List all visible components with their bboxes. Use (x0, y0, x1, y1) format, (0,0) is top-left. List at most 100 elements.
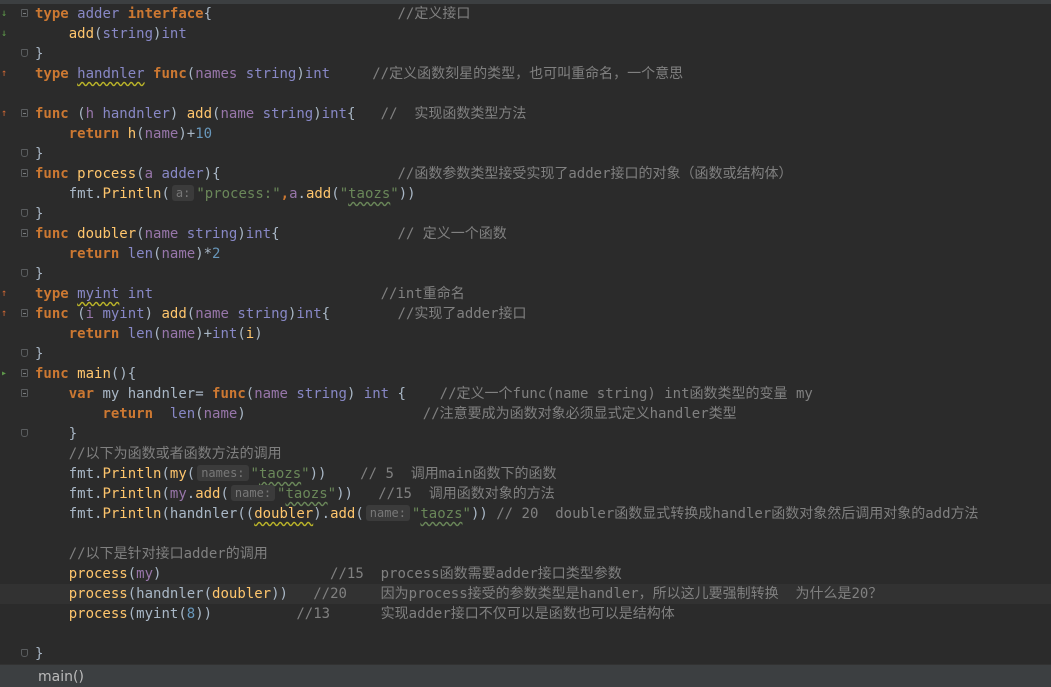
code-token: ( (178, 606, 187, 622)
fold-icon[interactable] (21, 109, 28, 117)
code-line[interactable]: } (0, 644, 1051, 664)
run-icon[interactable]: ▸ (1, 367, 9, 381)
fold-end-icon[interactable] (21, 49, 28, 57)
code-text: //以下为函数或者函数方法的调用 (35, 444, 282, 464)
gutter (0, 44, 34, 64)
code-line[interactable]: func doubler(name string)int{ // 定义一个函数 (0, 224, 1051, 244)
code-line[interactable]: return h(name)+10 (0, 124, 1051, 144)
code-line[interactable]: } (0, 204, 1051, 224)
code-token: )) (470, 506, 488, 522)
code-token: myint (102, 306, 145, 322)
code-token: process (68, 606, 128, 622)
code-token: ( (245, 386, 255, 402)
code-line[interactable] (0, 524, 1051, 544)
code-token: main (77, 366, 111, 382)
implements-icon[interactable]: ↑ (1, 107, 9, 121)
code-token: string (237, 306, 288, 322)
code-token: taozs (258, 466, 302, 482)
fold-end-icon[interactable] (21, 149, 28, 157)
code-editor[interactable]: ↓ type adder interface{ //定义接口 ↓ add(strin… (0, 0, 1051, 664)
code-token: //以下为函数或者函数方法的调用 (35, 446, 282, 462)
code-line[interactable]: fmt.Println(handnler((doubler).add(name:… (0, 504, 1051, 524)
code-line[interactable]: ↑ func (h handnler) add(name string)int{ … (0, 104, 1051, 124)
code-line[interactable]: process(my) //15 process函数需要adder接口类型参数 (0, 564, 1051, 584)
fold-end-icon[interactable] (21, 429, 28, 437)
fold-end-icon[interactable] (21, 209, 28, 217)
fold-icon[interactable] (21, 389, 28, 397)
implements-icon[interactable]: ↑ (1, 307, 9, 321)
fold-icon[interactable] (21, 9, 28, 17)
fold-icon[interactable] (21, 369, 28, 377)
code-token: taozs (348, 186, 391, 202)
code-token: func (212, 386, 246, 402)
code-line[interactable]: ↓ add(string)int (0, 24, 1051, 44)
code-token: a (289, 186, 298, 202)
code-line[interactable]: } (0, 344, 1051, 364)
fold-end-icon[interactable] (21, 649, 28, 657)
fold-icon[interactable] (21, 309, 28, 317)
gutter (0, 264, 34, 284)
gutter (0, 124, 34, 144)
code-token: my (169, 466, 187, 482)
code-text: process(my) //15 process函数需要adder接口类型参数 (35, 564, 622, 584)
code-token: a (144, 166, 154, 182)
implements-icon[interactable]: ↑ (1, 67, 9, 81)
breadcrumb-function[interactable]: main() (38, 668, 84, 686)
code-token: ( (127, 566, 137, 582)
implements-icon[interactable]: ↑ (1, 287, 9, 301)
code-token: fmt. (35, 486, 103, 502)
code-line[interactable]: } (0, 264, 1051, 284)
code-line[interactable]: func process(a adder){ //函数参数类型接受实现了adde… (0, 164, 1051, 184)
implemented-icon[interactable]: ↓ (1, 7, 9, 21)
code-token: } (35, 646, 44, 662)
code-line[interactable] (0, 84, 1051, 104)
code-line[interactable]: } (0, 144, 1051, 164)
code-line[interactable]: ↑ type handnler func(names string)int //定… (0, 64, 1051, 84)
code-token: = (195, 386, 213, 402)
code-line[interactable]: ↓ type adder interface{ //定义接口 (0, 4, 1051, 24)
code-text: } (35, 204, 43, 224)
code-line[interactable]: return len(name)+int(i) (0, 324, 1051, 344)
code-line[interactable]: } (0, 44, 1051, 64)
code-token: " (301, 466, 310, 482)
code-line[interactable]: fmt.Println(my.add(name: "taozs")) //15 调… (0, 484, 1051, 504)
code-line[interactable]: fmt.Println(a: "process:",a.add("taozs")) (0, 184, 1051, 204)
code-token: i (85, 306, 95, 322)
parameter-hint: a: (171, 185, 195, 201)
code-line[interactable]: //以下是针对接口adder的调用 (0, 544, 1051, 564)
code-line[interactable]: //以下为函数或者函数方法的调用 (0, 444, 1051, 464)
fold-icon[interactable] (21, 229, 28, 237)
code-line[interactable]: ↑ type myint int //int重命名 (0, 284, 1051, 304)
code-text: } (35, 144, 43, 164)
code-line[interactable]: ↑ func (i myint) add(name string)int{ //实… (0, 304, 1051, 324)
gutter: ↓ (0, 24, 34, 44)
code-line[interactable]: return len(name)*2 (0, 244, 1051, 264)
code-token: // 5 调用main函数下的函数 (326, 466, 557, 482)
code-line[interactable]: var my handnler= func(name string) int {… (0, 384, 1051, 404)
code-token: my (136, 566, 154, 582)
gutter (0, 184, 34, 204)
gutter: ↑ (0, 104, 34, 124)
code-line[interactable] (0, 624, 1051, 644)
code-token: myint (136, 606, 179, 622)
code-token: Println (102, 506, 162, 522)
code-line[interactable]: } (0, 424, 1051, 444)
code-text: } (35, 344, 43, 364)
fold-end-icon[interactable] (21, 349, 28, 357)
code-line[interactable]: process(myint(8)) //13 实现adder接口不仅可以是函数也… (0, 604, 1051, 624)
code-line[interactable]: return len(name) //注意要成为函数对象必须显式定义handle… (0, 404, 1051, 424)
code-line[interactable]: fmt.Println(my(names: "taozs")) // 5 调用ma… (0, 464, 1051, 484)
code-token: { (389, 386, 406, 402)
code-line[interactable]: process(handnler(doubler)) //20 因为proces… (0, 584, 1051, 604)
code-token: ) (237, 406, 246, 422)
fold-icon[interactable] (21, 169, 28, 177)
code-token: func (35, 226, 69, 242)
code-line[interactable]: ▸ func main(){ (0, 364, 1051, 384)
implemented-icon[interactable]: ↓ (1, 27, 9, 41)
code-token: } (35, 46, 44, 62)
fold-end-icon[interactable] (21, 269, 28, 277)
